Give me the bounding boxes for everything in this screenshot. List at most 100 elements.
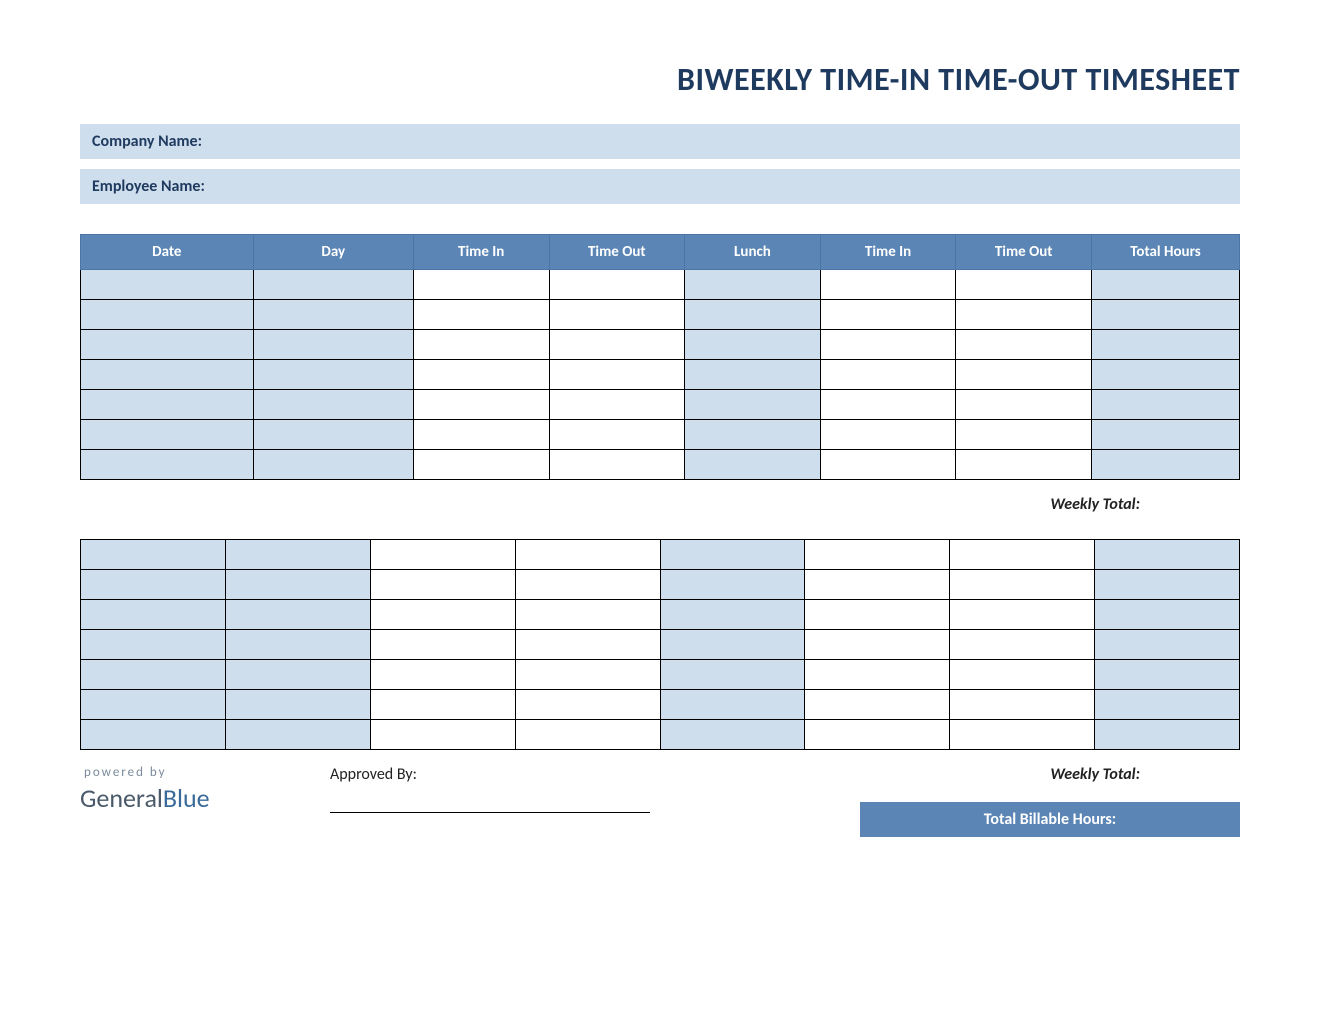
- table-cell[interactable]: [225, 600, 370, 630]
- table-cell[interactable]: [515, 690, 660, 720]
- table-cell[interactable]: [1095, 720, 1240, 750]
- table-cell[interactable]: [81, 660, 226, 690]
- table-cell[interactable]: [81, 390, 254, 420]
- table-cell[interactable]: [805, 720, 950, 750]
- table-cell[interactable]: [81, 570, 226, 600]
- table-cell[interactable]: [1092, 360, 1240, 390]
- table-cell[interactable]: [950, 540, 1095, 570]
- table-cell[interactable]: [253, 360, 413, 390]
- table-cell[interactable]: [253, 390, 413, 420]
- table-cell[interactable]: [370, 540, 515, 570]
- table-cell[interactable]: [820, 270, 956, 300]
- table-cell[interactable]: [225, 540, 370, 570]
- table-cell[interactable]: [685, 300, 821, 330]
- table-cell[interactable]: [253, 330, 413, 360]
- table-cell[interactable]: [413, 330, 549, 360]
- table-cell[interactable]: [81, 540, 226, 570]
- table-cell[interactable]: [225, 630, 370, 660]
- table-cell[interactable]: [660, 570, 805, 600]
- table-cell[interactable]: [413, 300, 549, 330]
- table-cell[interactable]: [515, 600, 660, 630]
- table-cell[interactable]: [805, 600, 950, 630]
- table-cell[interactable]: [1095, 660, 1240, 690]
- table-cell[interactable]: [549, 300, 685, 330]
- table-cell[interactable]: [549, 360, 685, 390]
- table-cell[interactable]: [820, 360, 956, 390]
- table-cell[interactable]: [549, 330, 685, 360]
- table-cell[interactable]: [370, 690, 515, 720]
- table-cell[interactable]: [950, 720, 1095, 750]
- table-cell[interactable]: [225, 660, 370, 690]
- table-cell[interactable]: [1092, 420, 1240, 450]
- table-cell[interactable]: [370, 720, 515, 750]
- table-cell[interactable]: [1092, 330, 1240, 360]
- table-cell[interactable]: [956, 360, 1092, 390]
- table-cell[interactable]: [225, 570, 370, 600]
- table-cell[interactable]: [820, 390, 956, 420]
- table-cell[interactable]: [81, 300, 254, 330]
- table-cell[interactable]: [685, 450, 821, 480]
- table-cell[interactable]: [956, 420, 1092, 450]
- table-cell[interactable]: [1092, 390, 1240, 420]
- table-cell[interactable]: [413, 450, 549, 480]
- table-cell[interactable]: [515, 570, 660, 600]
- table-cell[interactable]: [660, 690, 805, 720]
- table-cell[interactable]: [370, 600, 515, 630]
- table-cell[interactable]: [956, 300, 1092, 330]
- table-cell[interactable]: [1095, 540, 1240, 570]
- table-cell[interactable]: [660, 630, 805, 660]
- table-cell[interactable]: [950, 630, 1095, 660]
- table-cell[interactable]: [81, 360, 254, 390]
- table-cell[interactable]: [225, 720, 370, 750]
- table-cell[interactable]: [956, 450, 1092, 480]
- table-cell[interactable]: [685, 390, 821, 420]
- table-cell[interactable]: [805, 690, 950, 720]
- table-cell[interactable]: [413, 390, 549, 420]
- table-cell[interactable]: [549, 420, 685, 450]
- table-cell[interactable]: [685, 420, 821, 450]
- table-cell[interactable]: [253, 300, 413, 330]
- table-cell[interactable]: [81, 420, 254, 450]
- table-cell[interactable]: [820, 420, 956, 450]
- table-cell[interactable]: [1092, 450, 1240, 480]
- table-cell[interactable]: [413, 420, 549, 450]
- table-cell[interactable]: [515, 630, 660, 660]
- table-cell[interactable]: [253, 450, 413, 480]
- table-cell[interactable]: [370, 660, 515, 690]
- table-cell[interactable]: [81, 270, 254, 300]
- table-cell[interactable]: [253, 420, 413, 450]
- table-cell[interactable]: [370, 630, 515, 660]
- table-cell[interactable]: [660, 600, 805, 630]
- table-cell[interactable]: [1095, 600, 1240, 630]
- table-cell[interactable]: [81, 720, 226, 750]
- table-cell[interactable]: [81, 330, 254, 360]
- table-cell[interactable]: [950, 690, 1095, 720]
- table-cell[interactable]: [1092, 270, 1240, 300]
- table-cell[interactable]: [81, 630, 226, 660]
- table-cell[interactable]: [685, 330, 821, 360]
- table-cell[interactable]: [253, 270, 413, 300]
- table-cell[interactable]: [820, 450, 956, 480]
- table-cell[interactable]: [820, 330, 956, 360]
- table-cell[interactable]: [515, 540, 660, 570]
- table-cell[interactable]: [950, 570, 1095, 600]
- table-cell[interactable]: [225, 690, 370, 720]
- signature-line[interactable]: [330, 812, 650, 813]
- table-cell[interactable]: [81, 600, 226, 630]
- table-cell[interactable]: [515, 660, 660, 690]
- table-cell[interactable]: [660, 540, 805, 570]
- table-cell[interactable]: [820, 300, 956, 330]
- company-name-bar[interactable]: Company Name:: [80, 124, 1240, 159]
- table-cell[interactable]: [1095, 690, 1240, 720]
- table-cell[interactable]: [549, 270, 685, 300]
- table-cell[interactable]: [685, 270, 821, 300]
- table-cell[interactable]: [81, 690, 226, 720]
- table-cell[interactable]: [956, 390, 1092, 420]
- table-cell[interactable]: [950, 660, 1095, 690]
- table-cell[interactable]: [805, 660, 950, 690]
- table-cell[interactable]: [805, 570, 950, 600]
- table-cell[interactable]: [413, 270, 549, 300]
- table-cell[interactable]: [660, 660, 805, 690]
- employee-name-bar[interactable]: Employee Name:: [80, 169, 1240, 204]
- table-cell[interactable]: [413, 360, 549, 390]
